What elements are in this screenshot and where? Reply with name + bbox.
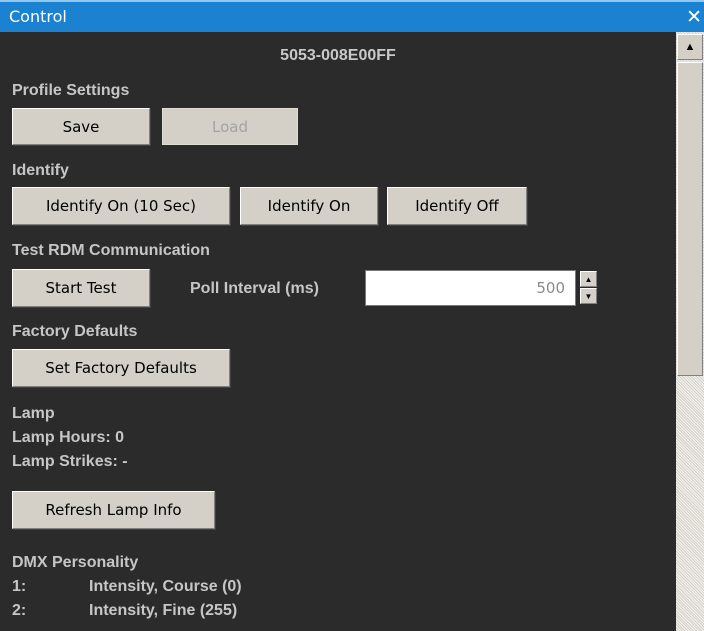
device-id: 5053-008E00FF [280,47,396,64]
profile-settings-heading: Profile Settings [12,82,130,99]
identify-on-10-sec-button[interactable]: Identify On (10 Sec) [12,187,230,225]
vertical-scrollbar[interactable]: ▲ [676,32,704,631]
load-button[interactable]: Load [162,108,298,145]
control-window: Control ✕ 5053-008E00FF Profile Settings… [0,0,704,631]
dmx-personality-number: 2: [12,602,27,619]
identify-heading: Identify [12,162,69,179]
dmx-personality-name: Intensity, Fine (255) [89,602,238,619]
close-icon[interactable]: ✕ [686,6,702,28]
control-panel: 5053-008E00FF Profile Settings Save Load… [0,32,676,631]
window-title: Control [9,7,67,26]
poll-interval-label: Poll Interval (ms) [190,280,319,297]
lamp-heading: Lamp [12,405,55,422]
identify-on-button[interactable]: Identify On [240,187,378,225]
start-test-button[interactable]: Start Test [12,269,150,307]
save-button[interactable]: Save [12,108,150,145]
set-factory-defaults-button[interactable]: Set Factory Defaults [12,349,230,387]
factory-defaults-heading: Factory Defaults [12,323,138,340]
test-rdm-heading: Test RDM Communication [12,242,210,259]
spin-up-icon[interactable]: ▲ [580,271,597,287]
scrollbar-thumb[interactable] [677,62,703,376]
lamp-hours: Lamp Hours: 0 [12,429,125,446]
spin-down-icon[interactable]: ▼ [580,288,597,304]
dmx-personality-number: 1: [12,578,27,595]
up-arrow-icon[interactable]: ▲ [677,34,703,60]
dmx-personality-heading: DMX Personality [12,554,139,571]
identify-off-button[interactable]: Identify Off [387,187,527,225]
refresh-lamp-info-button[interactable]: Refresh Lamp Info [12,491,215,529]
dmx-personality-name: Intensity, Course (0) [89,578,242,595]
lamp-strikes: Lamp Strikes: - [12,453,128,470]
title-bar[interactable]: Control ✕ [0,0,704,32]
poll-interval-input[interactable]: 500 [365,270,576,306]
